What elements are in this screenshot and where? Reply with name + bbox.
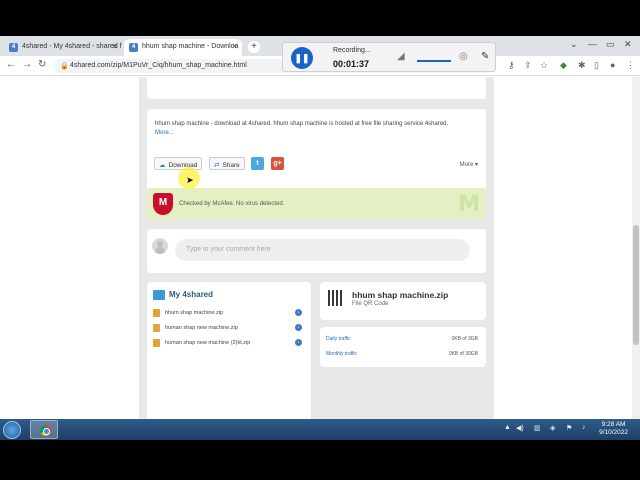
recording-status: Recording... (333, 47, 371, 54)
4shared-favicon-icon: 4 (129, 43, 138, 52)
tray-volume-icon[interactable]: ♪ (582, 424, 586, 431)
share-button[interactable]: ⇄ Share (209, 157, 245, 170)
chrome-taskbar-button[interactable] (30, 420, 58, 439)
file-name: hhum shap machine.zip (352, 290, 449, 300)
mouse-cursor-icon: ➤ (186, 175, 194, 185)
tray-arrow-icon[interactable]: ▲ (504, 424, 511, 431)
scan-result-text: Checked by McAfee. No virus detected. (179, 201, 285, 207)
mcafee-scan-banner: M Checked by McAfee. No virus detected. … (147, 188, 486, 220)
extension-icon[interactable]: ◆ (560, 60, 567, 71)
4shared-favicon-icon: 4 (9, 43, 18, 52)
traffic-row: Daily traffic 0KB of 3GB (326, 336, 478, 342)
page-content: hhum shap machine - download at 4shared.… (0, 77, 632, 440)
taskbar-clock[interactable]: 9:28 AM 9/10/2022 (599, 421, 628, 437)
url-text: 4shared.com/zip/M1PuVr_Ciq/hhum_shap_mac… (70, 62, 247, 69)
tray-app-icon[interactable]: ◈ (550, 424, 555, 432)
reload-icon[interactable]: ↻ (38, 59, 46, 70)
more-dropdown[interactable]: More ▾ (460, 161, 478, 168)
screen: 4 4shared - My 4shared - shared f ✕ 4 hh… (0, 36, 640, 440)
more-link[interactable]: More... (155, 130, 174, 136)
side-panel-icon[interactable]: ▯ (594, 60, 599, 71)
zip-file-icon (153, 309, 160, 317)
page-scrollbar[interactable] (632, 77, 640, 440)
list-item[interactable]: human shap new machine (2)kt.zip ↓ (151, 336, 306, 350)
tab-hhum-shap-machine[interactable]: 4 hhum shap machine - Downloa ✕ (124, 39, 242, 56)
recording-timer: 00:01:37 (333, 59, 370, 69)
cloud-download-icon: ☁ (159, 162, 166, 169)
windows-taskbar: ▲ ◀) ▥ ◈ ⚑ ♪ 9:28 AM 9/10/2022 (0, 419, 640, 440)
mcafee-shield-icon: M (153, 193, 173, 215)
maximize-icon[interactable]: ▭ (606, 39, 615, 50)
qr-code-icon[interactable] (328, 290, 344, 306)
new-tab-button[interactable]: + (248, 41, 260, 53)
preview-card (147, 77, 486, 99)
mcafee-watermark-icon: M (458, 192, 480, 217)
share-icon: ⇄ (214, 162, 220, 169)
list-item[interactable]: human shap new machine.zip ↓ (151, 321, 306, 335)
file-description: hhum shap machine - download at 4shared.… (155, 121, 449, 127)
tab-my-4shared[interactable]: 4 4shared - My 4shared - shared f ✕ (4, 39, 122, 56)
tray-network-icon[interactable]: ▥ (534, 424, 541, 432)
close-tab-icon[interactable]: ✕ (111, 42, 118, 51)
twitter-button[interactable]: t (251, 157, 264, 170)
avatar (152, 238, 168, 254)
tab-search-icon[interactable]: ⌄ (570, 39, 578, 50)
tray-flag-icon[interactable]: ⚑ (566, 424, 572, 432)
download-icon[interactable]: ↓ (295, 339, 302, 346)
volume-icon[interactable]: ◢ (397, 51, 405, 62)
comment-card: Type in your comment here (147, 229, 486, 273)
zip-file-icon (153, 339, 160, 347)
close-tab-icon[interactable]: ✕ (231, 42, 238, 51)
bookmark-star-icon[interactable]: ☆ (540, 60, 548, 71)
forward-icon[interactable]: → (22, 59, 32, 70)
scrollbar-thumb[interactable] (633, 225, 639, 345)
tab-label: hhum shap machine - Downloa (142, 43, 239, 50)
tab-label: 4shared - My 4shared - shared f (22, 43, 122, 50)
key-icon[interactable]: ⚷ (508, 60, 515, 71)
start-button[interactable] (3, 421, 21, 439)
file-name-card: hhum shap machine.zip File QR Code (320, 282, 486, 320)
download-icon[interactable]: ↓ (295, 324, 302, 331)
download-icon[interactable]: ↓ (295, 309, 302, 316)
pen-icon[interactable]: ✎ (481, 51, 489, 62)
close-window-icon[interactable]: ✕ (624, 39, 632, 50)
pause-recording-button[interactable]: ❚❚ (291, 47, 313, 69)
minimize-icon[interactable]: — (588, 39, 597, 49)
webcam-icon[interactable]: ◎ (459, 51, 468, 62)
menu-icon[interactable]: ⋮ (626, 60, 635, 71)
tray-speaker-icon[interactable]: ◀) (516, 424, 524, 432)
lock-icon: 🔒 (60, 63, 69, 70)
share-icon[interactable]: ⇪ (524, 60, 532, 71)
my-4shared-title[interactable]: My 4shared (169, 290, 213, 299)
back-icon[interactable]: ← (6, 59, 16, 70)
volume-meter[interactable] (417, 60, 451, 62)
comment-input[interactable]: Type in your comment here (175, 239, 470, 261)
google-plus-button[interactable]: g+ (271, 157, 284, 170)
traffic-card: Daily traffic 0KB of 3GB Monthly traffic… (320, 327, 486, 367)
chrome-icon (40, 425, 51, 436)
zip-file-icon (153, 324, 160, 332)
profile-icon[interactable]: ● (610, 60, 615, 70)
my-4shared-panel: My 4shared hhum shap machine.zip ↓ human… (147, 282, 311, 440)
qr-code-label: File QR Code (352, 301, 389, 307)
list-item[interactable]: hhum shap machine.zip ↓ (151, 306, 306, 320)
recording-widget: ❚❚ Recording... 00:01:37 ◢ ◎ ✎ (282, 42, 496, 72)
traffic-row: Monthly traffic 0KB of 30GB (326, 351, 478, 357)
folder-icon (153, 290, 165, 300)
puzzle-icon[interactable]: ✱ (578, 60, 586, 71)
